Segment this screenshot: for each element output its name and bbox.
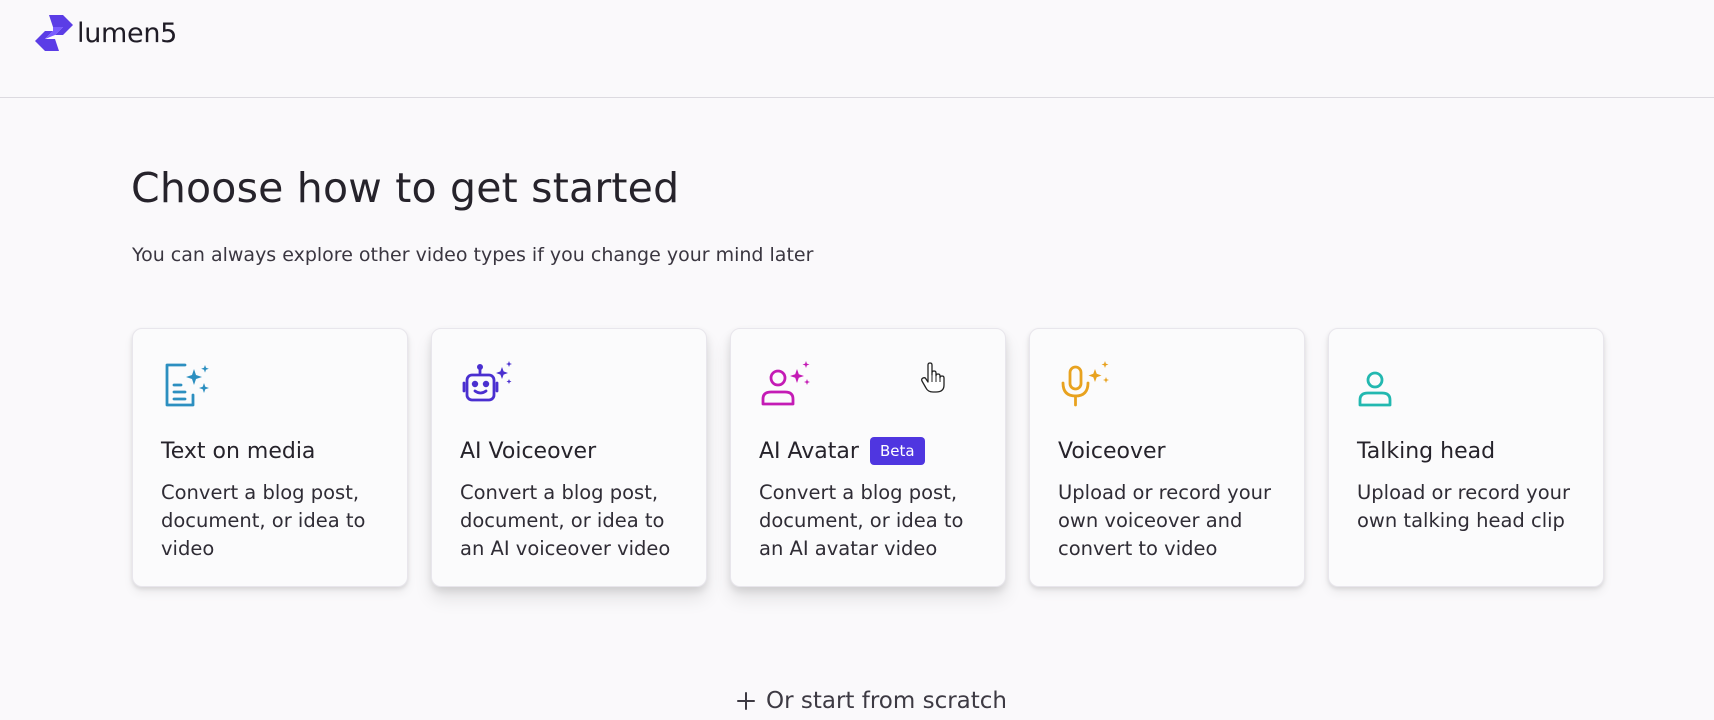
page-title: Choose how to get started: [131, 164, 680, 212]
card-title: AI Voiceover: [460, 438, 597, 464]
card-ai-avatar[interactable]: AI Avatar Beta Convert a blog post, docu…: [730, 328, 1006, 587]
top-bar: lumen5: [0, 0, 1714, 98]
robot-sparkle-icon: [462, 361, 512, 402]
card-voiceover[interactable]: Voiceover Upload or record your own voic…: [1029, 328, 1305, 587]
person-icon: [1358, 371, 1392, 407]
video-type-cards: Text on media Convert a blog post, docum…: [132, 328, 1604, 587]
card-description: Convert a blog post, document, or idea t…: [759, 481, 964, 560]
card-description: Upload or record your own talking head c…: [1357, 481, 1571, 532]
plus-icon: [737, 692, 755, 710]
person-sparkle-icon: [761, 361, 810, 406]
microphone-sparkle-icon: [1061, 361, 1109, 407]
card-description: Upload or record your own voiceover and …: [1058, 481, 1272, 560]
document-sparkle-icon: [165, 363, 209, 407]
start-from-scratch-label: Or start from scratch: [766, 688, 1008, 714]
beta-badge: Beta: [869, 437, 925, 465]
page-subtitle: You can always explore other video types…: [132, 244, 814, 266]
brand-name: lumen5: [77, 17, 178, 49]
card-ai-voiceover[interactable]: AI Voiceover Convert a blog post, docume…: [431, 328, 707, 587]
card-title: Voiceover: [1058, 438, 1166, 464]
card-title: Text on media: [161, 438, 316, 464]
card-description: Convert a blog post, document, or idea t…: [460, 481, 671, 560]
card-talking-head[interactable]: Talking head Upload or record your own t…: [1328, 328, 1604, 587]
card-title: Talking head: [1357, 438, 1496, 464]
card-title: AI Avatar: [759, 438, 859, 464]
card-text-on-media[interactable]: Text on media Convert a blog post, docum…: [132, 328, 408, 587]
lumen5-logo[interactable]: lumen5: [33, 13, 177, 53]
lumen5-logo-icon: [35, 15, 73, 51]
card-description: Convert a blog post, document, or idea t…: [161, 481, 366, 560]
start-from-scratch-button[interactable]: Or start from scratch: [736, 688, 1007, 714]
